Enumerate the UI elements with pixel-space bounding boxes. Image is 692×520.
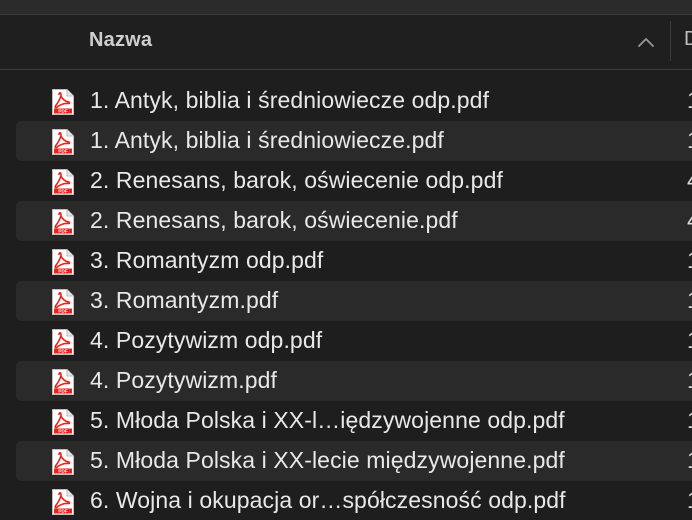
column-header: Nazwa D <box>0 15 692 70</box>
toolbar-edge <box>0 0 692 15</box>
file-name[interactable]: 6. Wojna i okupacja or…spółczesność odp.… <box>90 487 566 514</box>
chevron-up-icon[interactable] <box>636 34 656 50</box>
file-row[interactable]: PDF 2. Renesans, barok, oświecenie.pdf 4 <box>0 201 692 241</box>
pdf-file-icon: PDF <box>51 448 75 476</box>
file-name[interactable]: 1. Antyk, biblia i średniowiecze.pdf <box>90 127 444 154</box>
next-column-cell: 1 <box>687 367 692 394</box>
finder-list-view: Nazwa D PDF 1. Antyk, biblia i średniowi… <box>0 0 692 520</box>
next-column-cell: 1 <box>687 487 692 514</box>
svg-text:PDF: PDF <box>58 509 67 514</box>
svg-text:PDF: PDF <box>58 389 67 394</box>
svg-text:PDF: PDF <box>58 109 67 114</box>
file-name[interactable]: 3. Romantyzm odp.pdf <box>90 247 323 274</box>
pdf-file-icon: PDF <box>51 248 75 276</box>
pdf-file-icon: PDF <box>51 88 75 116</box>
pdf-file-icon: PDF <box>51 168 75 196</box>
svg-text:PDF: PDF <box>58 349 67 354</box>
svg-text:PDF: PDF <box>58 269 67 274</box>
svg-text:PDF: PDF <box>58 229 67 234</box>
next-column-cell: 1 <box>687 447 692 474</box>
file-row[interactable]: PDF 1. Antyk, biblia i średniowiecze odp… <box>0 81 692 121</box>
next-column-cell: 4 <box>687 207 692 234</box>
column-divider[interactable] <box>670 21 671 61</box>
file-row[interactable]: PDF 3. Romantyzm odp.pdf 1 <box>0 241 692 281</box>
next-column-cell: 1 <box>687 287 692 314</box>
pdf-file-icon: PDF <box>51 288 75 316</box>
file-name[interactable]: 4. Pozytywizm odp.pdf <box>90 327 322 354</box>
next-column-cell: 4 <box>687 167 692 194</box>
pdf-file-icon: PDF <box>51 328 75 356</box>
pdf-file-icon: PDF <box>51 408 75 436</box>
name-column-header[interactable]: Nazwa <box>89 29 152 52</box>
file-list: PDF 1. Antyk, biblia i średniowiecze odp… <box>0 81 692 520</box>
file-name[interactable]: 2. Renesans, barok, oświecenie.pdf <box>90 207 458 234</box>
next-column-header[interactable]: D <box>684 28 692 51</box>
file-row[interactable]: PDF 6. Wojna i okupacja or…spółczesność … <box>0 481 692 520</box>
next-column-cell: 1 <box>687 87 692 114</box>
pdf-file-icon: PDF <box>51 128 75 156</box>
file-row[interactable]: PDF 5. Młoda Polska i XX-l…iędzywojenne … <box>0 401 692 441</box>
file-row[interactable]: PDF 1. Antyk, biblia i średniowiecze.pdf… <box>0 121 692 161</box>
next-column-cell: 1 <box>687 247 692 274</box>
file-row[interactable]: PDF 4. Pozytywizm.pdf 1 <box>0 361 692 401</box>
file-name[interactable]: 2. Renesans, barok, oświecenie odp.pdf <box>90 167 503 194</box>
svg-text:PDF: PDF <box>58 309 67 314</box>
file-name[interactable]: 5. Młoda Polska i XX-l…iędzywojenne odp.… <box>90 407 565 434</box>
file-row[interactable]: PDF 2. Renesans, barok, oświecenie odp.p… <box>0 161 692 201</box>
next-column-cell: 1 <box>687 407 692 434</box>
file-row[interactable]: PDF 3. Romantyzm.pdf 1 <box>0 281 692 321</box>
next-column-cell: 1 <box>687 127 692 154</box>
file-row[interactable]: PDF 5. Młoda Polska i XX-lecie międzywoj… <box>0 441 692 481</box>
next-column-cell: 1 <box>687 327 692 354</box>
svg-text:PDF: PDF <box>58 469 67 474</box>
pdf-file-icon: PDF <box>51 208 75 236</box>
svg-text:PDF: PDF <box>58 189 67 194</box>
file-name[interactable]: 3. Romantyzm.pdf <box>90 287 278 314</box>
svg-text:PDF: PDF <box>58 149 67 154</box>
file-name[interactable]: 5. Młoda Polska i XX-lecie międzywojenne… <box>90 447 565 474</box>
file-name[interactable]: 4. Pozytywizm.pdf <box>90 367 277 394</box>
file-name[interactable]: 1. Antyk, biblia i średniowiecze odp.pdf <box>90 87 489 114</box>
pdf-file-icon: PDF <box>51 488 75 516</box>
pdf-file-icon: PDF <box>51 368 75 396</box>
svg-text:PDF: PDF <box>58 429 67 434</box>
file-row[interactable]: PDF 4. Pozytywizm odp.pdf 1 <box>0 321 692 361</box>
